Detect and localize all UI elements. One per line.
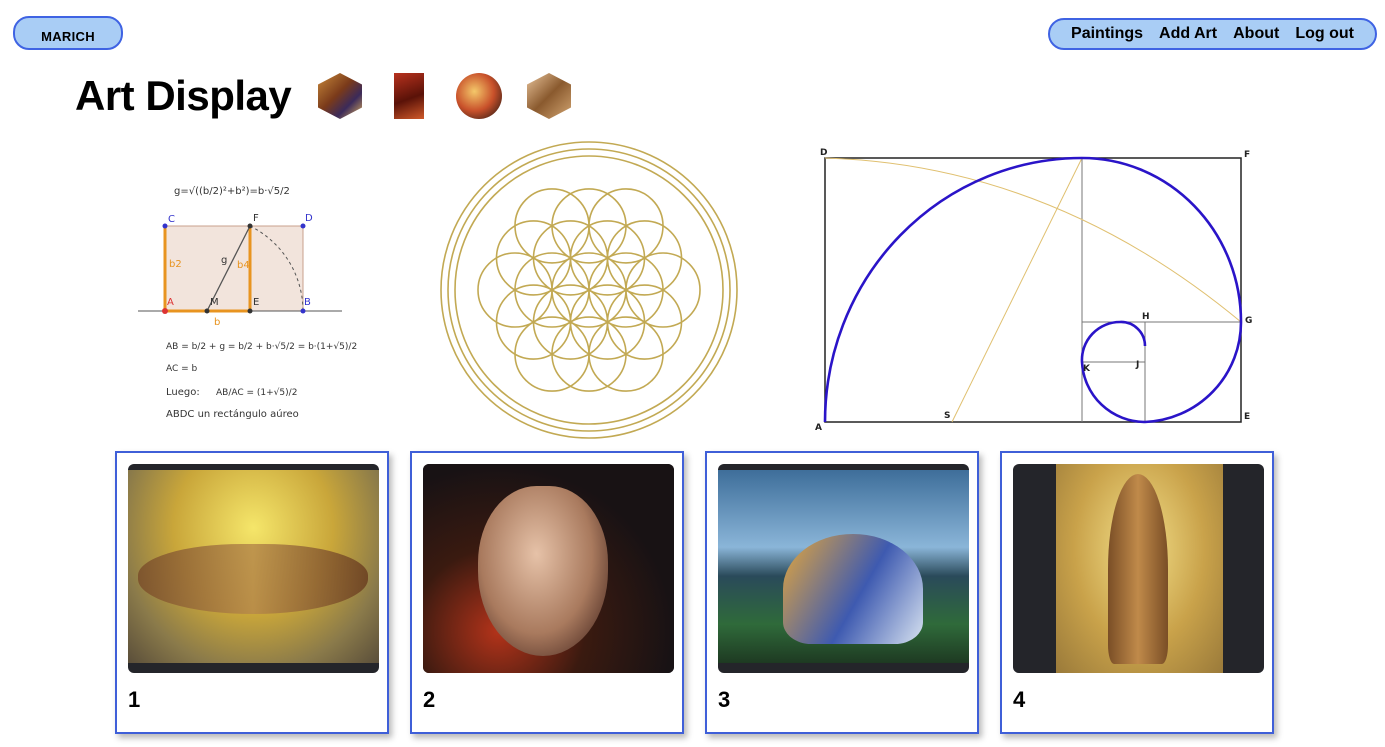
- thumbnail-painting-3[interactable]: [456, 73, 502, 119]
- painting-image-hands[interactable]: [128, 464, 379, 673]
- brand-label: MARICH: [41, 28, 95, 44]
- diagram-ratio: AB/AC = (1+√5)/2: [216, 387, 297, 398]
- nav-about[interactable]: About: [1233, 25, 1279, 43]
- thumbnail-painting-4[interactable]: [527, 73, 571, 119]
- label-b2: b2: [169, 259, 182, 270]
- thumbnail-painting-1[interactable]: [318, 73, 362, 119]
- diagram-eq2: AC = b: [166, 364, 198, 374]
- spiral-label-j: J: [1135, 360, 1139, 370]
- painting-image-face[interactable]: [423, 464, 674, 673]
- diagram-formula-top: g=√((b/2)²+b²)=b·√5/2: [174, 186, 290, 197]
- painting-number: 1: [128, 687, 141, 712]
- painting-number: 4: [1013, 687, 1026, 712]
- nav-log-out[interactable]: Log out: [1295, 25, 1354, 43]
- diagram-luego: Luego:: [166, 387, 200, 398]
- painting-card[interactable]: 2: [410, 451, 684, 734]
- diagram-conclusion: ABDC un rectángulo aúreo: [166, 408, 299, 420]
- nav-bar: Paintings Add Art About Log out: [1048, 18, 1377, 50]
- spiral-label-k: K: [1083, 364, 1091, 374]
- spiral-label-h: H: [1142, 312, 1150, 322]
- label-f: F: [253, 213, 259, 224]
- painting-card[interactable]: 4: [1000, 451, 1274, 734]
- page-title: Art Display: [75, 72, 292, 119]
- label-d: D: [305, 213, 313, 224]
- label-b: B: [304, 297, 311, 308]
- painting-image-praying-hands[interactable]: [1013, 464, 1264, 673]
- spiral-label-s: S: [944, 411, 950, 421]
- diagram-eq1: AB = b/2 + g = b/2 + b·√5/2 = b·(1+√5)/2: [166, 341, 357, 352]
- label-b4: b4: [237, 260, 250, 271]
- spiral-label-f: F: [1244, 150, 1250, 160]
- label-b: b: [214, 317, 220, 328]
- flower-of-life-image: [440, 141, 738, 439]
- spiral-label-a: A: [815, 423, 822, 430]
- spiral-label-d: D: [820, 148, 827, 158]
- brand-button[interactable]: MARICH: [13, 16, 123, 50]
- painting-number: 2: [423, 687, 436, 712]
- label-c: C: [168, 214, 175, 225]
- label-e: E: [253, 297, 259, 308]
- label-g: g: [221, 255, 227, 266]
- painting-card[interactable]: 1: [115, 451, 389, 734]
- spiral-label-e: E: [1244, 412, 1250, 422]
- nav-paintings[interactable]: Paintings: [1071, 25, 1143, 43]
- golden-rectangle-diagram: g=√((b/2)²+b²)=b·√5/2 C F D A M E B b2 b…: [138, 186, 357, 420]
- label-m: M: [210, 297, 219, 308]
- golden-spiral-diagram: D F G H K J S E A: [815, 148, 1252, 430]
- nav-add-art[interactable]: Add Art: [1159, 25, 1217, 43]
- painting-image-musicians[interactable]: [718, 464, 969, 673]
- label-a: A: [167, 297, 174, 308]
- thumbnail-painting-2[interactable]: [394, 73, 424, 119]
- spiral-label-g: G: [1245, 316, 1252, 326]
- painting-card[interactable]: 3: [705, 451, 979, 734]
- painting-number: 3: [718, 687, 731, 712]
